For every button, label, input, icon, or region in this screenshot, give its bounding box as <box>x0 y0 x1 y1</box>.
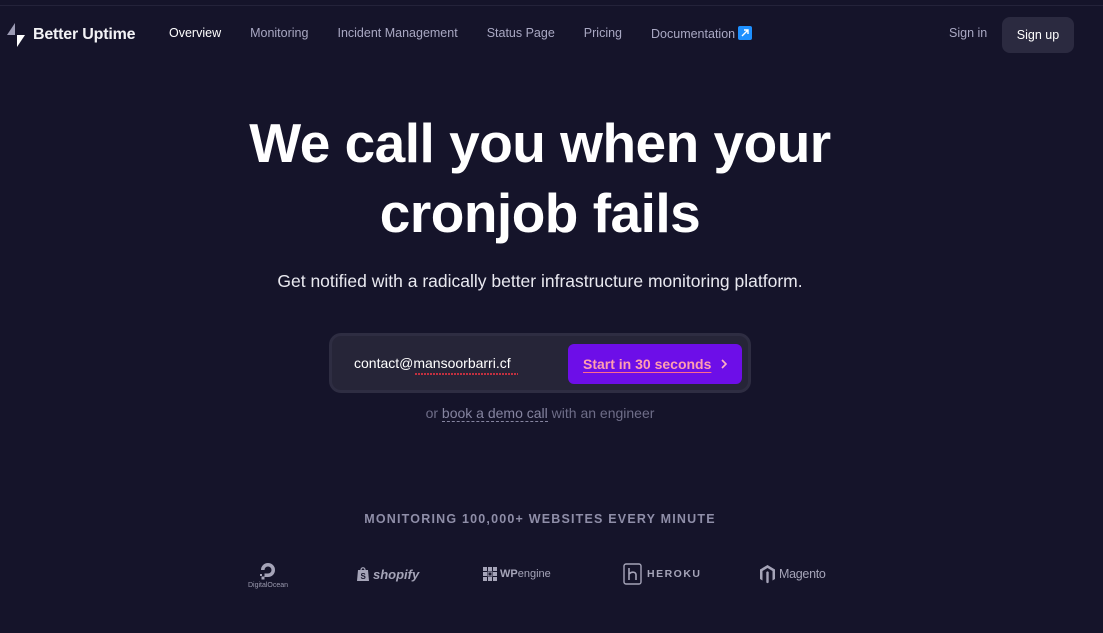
nav-link-pricing[interactable]: Pricing <box>584 26 622 41</box>
digitalocean-logo: DigitalOcean <box>244 556 292 592</box>
spellcheck-underline <box>415 373 518 375</box>
demo-suffix: with an engineer <box>551 405 655 421</box>
monitoring-title: MONITORING 100,000+ WEBSITES EVERY MINUT… <box>364 512 716 526</box>
start-trial-button[interactable]: Start in 30 seconds <box>568 344 742 384</box>
external-link-icon <box>738 26 753 40</box>
wpengine-grid-icon <box>483 567 497 581</box>
nav-link-documentation[interactable]: Documentation <box>651 26 753 41</box>
magento-text: Magento <box>779 567 826 581</box>
hero-title-line-2: cronjob fails <box>379 182 701 244</box>
shopify-logo: S shopify <box>356 556 419 592</box>
magento-logo: Magento <box>759 556 826 592</box>
sign-in-link[interactable]: Sign in <box>949 26 987 40</box>
magento-icon <box>760 565 775 584</box>
demo-prefix: or <box>425 405 439 421</box>
chevron-right-icon <box>721 359 728 369</box>
book-demo-link[interactable]: book a demo call <box>441 405 548 422</box>
heroku-logo: HEROKU <box>623 556 702 592</box>
top-border <box>0 0 1103 6</box>
heroku-icon <box>623 563 642 585</box>
wpengine-text-wp: WP <box>500 568 518 580</box>
nav-link-monitoring[interactable]: Monitoring <box>250 26 308 41</box>
top-navigation: Better Uptime Overview Monitoring Incide… <box>0 15 1103 55</box>
wpengine-logo: WPengine <box>483 556 551 592</box>
wpengine-text-engine: engine <box>517 568 551 580</box>
nav-link-status-page[interactable]: Status Page <box>487 26 555 41</box>
shopify-text: shopify <box>373 566 420 582</box>
hero-title: We call you when your cronjob fails <box>200 108 880 248</box>
heroku-text: HEROKU <box>647 568 702 580</box>
digitalocean-text: DigitalOcean <box>247 582 289 589</box>
nav-link-documentation-label: Documentation <box>651 27 736 41</box>
hero-title-line-1: We call you when your <box>249 112 831 174</box>
wpengine-text: WPengine <box>500 568 551 580</box>
sign-up-button[interactable]: Sign up <box>1002 17 1074 53</box>
nav-links: Overview Monitoring Incident Management … <box>169 26 753 41</box>
lightning-bolt-icon <box>7 23 25 47</box>
start-trial-label: Start in 30 seconds <box>583 356 712 372</box>
nav-link-incident-management[interactable]: Incident Management <box>337 26 457 41</box>
shopify-bag-icon: S <box>357 567 369 581</box>
demo-line: or book a demo call with an engineer <box>250 405 830 422</box>
signup-form: Start in 30 seconds <box>329 333 751 393</box>
digitalocean-icon <box>260 563 275 580</box>
nav-link-overview[interactable]: Overview <box>169 26 221 41</box>
brand-name: Better Uptime <box>33 26 136 43</box>
svg-text:S: S <box>361 572 367 581</box>
brand[interactable]: Better Uptime <box>6 22 136 48</box>
hero-subtitle: Get notified with a radically better inf… <box>277 271 803 291</box>
